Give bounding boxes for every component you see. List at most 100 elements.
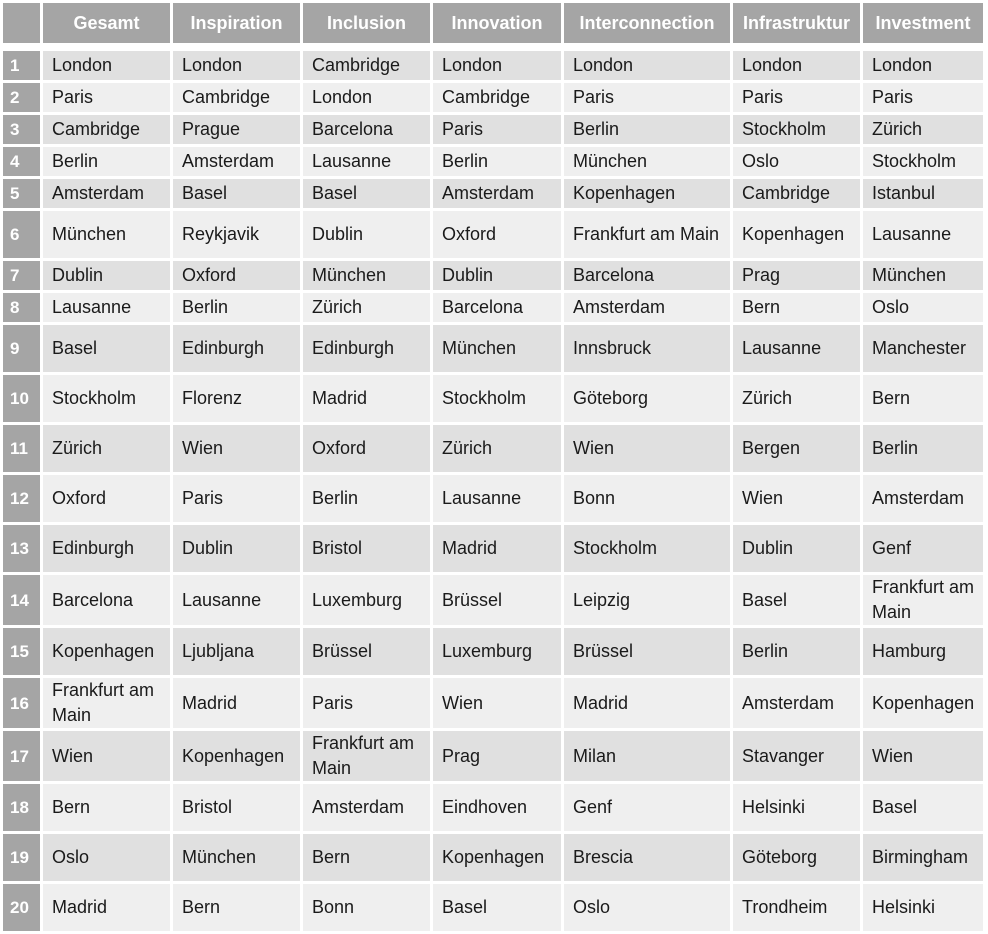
- header-gesamt: Gesamt: [43, 3, 170, 43]
- cell-infrastruktur: Bern: [733, 293, 860, 322]
- cell-infrastruktur: Dublin: [733, 525, 860, 572]
- rank-number: 17: [3, 731, 40, 781]
- cell-inspiration: München: [173, 834, 300, 881]
- cell-investment: Zürich: [863, 115, 983, 144]
- table-row: 6 München Reykjavik Dublin Oxford Frankfurt a…: [3, 211, 983, 258]
- cell-infrastruktur: Oslo: [733, 147, 860, 176]
- cell-investment: London: [863, 51, 983, 80]
- rank-number: 7: [3, 261, 40, 290]
- cell-inclusion: Bern: [303, 834, 430, 881]
- cell-interconnection: Frankfurt am Main: [564, 211, 730, 258]
- cell-innovation: Wien: [433, 678, 561, 728]
- cell-investment: Oslo: [863, 293, 983, 322]
- rank-number: 5: [3, 179, 40, 208]
- cell-gesamt: Dublin: [43, 261, 170, 290]
- cell-interconnection: Genf: [564, 784, 730, 831]
- cell-investment: München: [863, 261, 983, 290]
- cell-innovation: München: [433, 325, 561, 372]
- cell-infrastruktur: London: [733, 51, 860, 80]
- cell-gesamt: Madrid: [43, 884, 170, 931]
- cell-inclusion: Bristol: [303, 525, 430, 572]
- cell-gesamt: Oxford: [43, 475, 170, 522]
- cell-investment: Hamburg: [863, 628, 983, 675]
- cell-infrastruktur: Wien: [733, 475, 860, 522]
- table-row: 19 Oslo München Bern Kopenhagen Brescia Götebo…: [3, 834, 983, 881]
- table-row: 1 London London Cambridge London London London…: [3, 51, 983, 80]
- cell-gesamt: Wien: [43, 731, 170, 781]
- cell-inspiration: Oxford: [173, 261, 300, 290]
- cell-investment: Basel: [863, 784, 983, 831]
- cell-inclusion: Oxford: [303, 425, 430, 472]
- cell-inspiration: Kopenhagen: [173, 731, 300, 781]
- cell-gesamt: Frankfurt am Main: [43, 678, 170, 728]
- cell-investment: Frankfurt am Main: [863, 575, 983, 625]
- cell-interconnection: Wien: [564, 425, 730, 472]
- cell-infrastruktur: Basel: [733, 575, 860, 625]
- table-row: 16 Frankfurt am Main Madrid Paris Wien Madrid…: [3, 678, 983, 728]
- table-row: 14 Barcelona Lausanne Luxemburg Brüssel Leipz…: [3, 575, 983, 625]
- table-row: 15 Kopenhagen Ljubljana Brüssel Luxemburg Brü…: [3, 628, 983, 675]
- cell-inclusion: Paris: [303, 678, 430, 728]
- rank-number: 3: [3, 115, 40, 144]
- cell-inclusion: München: [303, 261, 430, 290]
- rank-number: 8: [3, 293, 40, 322]
- cell-innovation: Cambridge: [433, 83, 561, 112]
- cell-inspiration: London: [173, 51, 300, 80]
- cell-inspiration: Cambridge: [173, 83, 300, 112]
- rank-number: 15: [3, 628, 40, 675]
- cell-inclusion: Luxemburg: [303, 575, 430, 625]
- cell-inspiration: Wien: [173, 425, 300, 472]
- header-investment: Investment: [863, 3, 983, 43]
- rank-number: 18: [3, 784, 40, 831]
- cell-infrastruktur: Prag: [733, 261, 860, 290]
- rank-number: 10: [3, 375, 40, 422]
- cell-inspiration: Bern: [173, 884, 300, 931]
- cell-inclusion: Frankfurt am Main: [303, 731, 430, 781]
- table-header: Gesamt Inspiration Inclusion Innovation …: [3, 3, 983, 43]
- cell-inspiration: Berlin: [173, 293, 300, 322]
- cell-interconnection: Milan: [564, 731, 730, 781]
- cell-gesamt: Edinburgh: [43, 525, 170, 572]
- cell-inspiration: Amsterdam: [173, 147, 300, 176]
- cell-inclusion: Madrid: [303, 375, 430, 422]
- cell-investment: Stockholm: [863, 147, 983, 176]
- cell-interconnection: Amsterdam: [564, 293, 730, 322]
- table-row: 9 Basel Edinburgh Edinburgh München Innsbruck…: [3, 325, 983, 372]
- table-row: 2 Paris Cambridge London Cambridge Paris Paris…: [3, 83, 983, 112]
- table-row: 13 Edinburgh Dublin Bristol Madrid Stockholm D…: [3, 525, 983, 572]
- cell-interconnection: London: [564, 51, 730, 80]
- cell-interconnection: Barcelona: [564, 261, 730, 290]
- cell-gesamt: Basel: [43, 325, 170, 372]
- cell-inclusion: Bonn: [303, 884, 430, 931]
- cell-gesamt: Zürich: [43, 425, 170, 472]
- cell-innovation: Paris: [433, 115, 561, 144]
- cell-inspiration: Florenz: [173, 375, 300, 422]
- city-ranking-table: Gesamt Inspiration Inclusion Innovation …: [0, 0, 986, 934]
- header-innovation: Innovation: [433, 3, 561, 43]
- cell-innovation: Dublin: [433, 261, 561, 290]
- cell-innovation: Lausanne: [433, 475, 561, 522]
- cell-infrastruktur: Lausanne: [733, 325, 860, 372]
- cell-innovation: Basel: [433, 884, 561, 931]
- cell-inclusion: Edinburgh: [303, 325, 430, 372]
- cell-inclusion: Zürich: [303, 293, 430, 322]
- cell-innovation: Prag: [433, 731, 561, 781]
- cell-inspiration: Madrid: [173, 678, 300, 728]
- cell-inspiration: Paris: [173, 475, 300, 522]
- rank-number: 11: [3, 425, 40, 472]
- cell-investment: Lausanne: [863, 211, 983, 258]
- cell-innovation: Berlin: [433, 147, 561, 176]
- table-row: 11 Zürich Wien Oxford Zürich Wien Bergen Berlin: [3, 425, 983, 472]
- cell-infrastruktur: Zürich: [733, 375, 860, 422]
- rank-number: 2: [3, 83, 40, 112]
- cell-interconnection: Bonn: [564, 475, 730, 522]
- cell-innovation: Luxemburg: [433, 628, 561, 675]
- cell-investment: Berlin: [863, 425, 983, 472]
- cell-inclusion: Barcelona: [303, 115, 430, 144]
- cell-inclusion: Brüssel: [303, 628, 430, 675]
- cell-investment: Genf: [863, 525, 983, 572]
- cell-inclusion: Amsterdam: [303, 784, 430, 831]
- cell-gesamt: Oslo: [43, 834, 170, 881]
- cell-investment: Kopenhagen: [863, 678, 983, 728]
- cell-investment: Amsterdam: [863, 475, 983, 522]
